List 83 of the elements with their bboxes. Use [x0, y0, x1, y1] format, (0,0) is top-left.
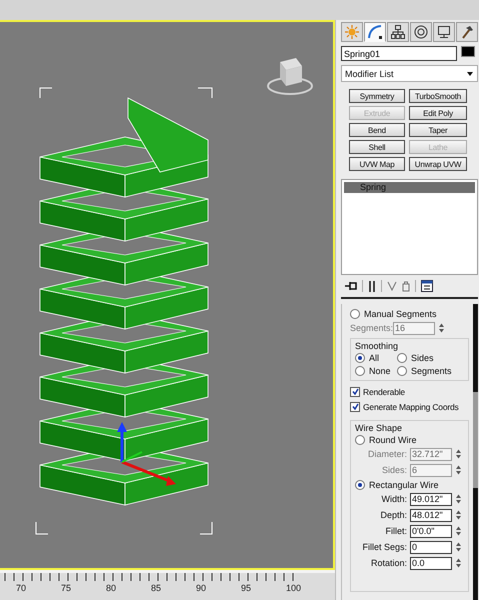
field-label: Fillet Segs:: [361, 542, 407, 552]
field-label: Rotation:: [370, 558, 407, 568]
motion-icon: [414, 25, 428, 39]
checkbox[interactable]: [350, 402, 360, 412]
group-title: Smoothing: [355, 341, 400, 351]
dropdown-arrow-icon: [467, 72, 473, 76]
radio-button[interactable]: [397, 366, 407, 376]
frame-number: 70: [16, 583, 28, 593]
frame-number: 100: [286, 583, 302, 593]
panel-tab[interactable]: [410, 22, 432, 42]
curve-icon: [368, 25, 382, 39]
spinner-icon[interactable]: [455, 526, 462, 536]
spinner-icon[interactable]: [455, 542, 462, 552]
frame-number: 95: [241, 583, 252, 593]
object-name-field[interactable]: Spring01: [341, 46, 457, 61]
radio-label: Rectangular Wire: [369, 480, 439, 490]
modifier-button[interactable]: TurboSmooth: [409, 89, 467, 103]
modifier-button[interactable]: Taper: [409, 123, 467, 137]
radio-label: All: [369, 352, 380, 362]
radio-label: Segments: [411, 366, 452, 376]
spinner-icon[interactable]: [455, 494, 462, 504]
panel-tab[interactable]: [433, 22, 455, 42]
modifier-button[interactable]: UVW Map: [349, 157, 405, 171]
number-field[interactable]: 49.012": [410, 492, 452, 506]
frame-number: 90: [196, 583, 208, 593]
number-field[interactable]: 48.012": [410, 508, 452, 522]
viewcube-icon[interactable]: [267, 58, 313, 95]
frame-number: 80: [106, 583, 118, 593]
modifier-list-dropdown[interactable]: Modifier List: [341, 65, 478, 82]
radio-button[interactable]: [397, 352, 407, 362]
checkbox[interactable]: [350, 386, 360, 396]
configure-icon[interactable]: [421, 280, 433, 292]
spinner-icon[interactable]: [455, 465, 462, 475]
number-field[interactable]: 0'0.0": [410, 524, 452, 538]
field-label: Fillet:: [384, 526, 407, 536]
number-field[interactable]: 0.0: [410, 556, 452, 570]
field-label: Diameter:: [366, 449, 407, 459]
radio-label: None: [369, 366, 391, 376]
modifier-button[interactable]: Symmetry: [349, 89, 405, 103]
checkbox-label: Generate Mapping Coords: [363, 402, 459, 412]
transform-gizmo-drawing: [117, 422, 176, 486]
color-swatch[interactable]: [461, 46, 475, 57]
field-label: Width:: [380, 494, 407, 504]
number-field[interactable]: 0: [410, 540, 452, 554]
spinner-icon[interactable]: [455, 510, 462, 520]
scrollbar[interactable]: [473, 304, 478, 600]
checkmark-icon: [352, 388, 358, 395]
radio-button[interactable]: [355, 366, 365, 376]
group-title: Wire Shape: [355, 423, 404, 433]
checkbox-label: Renderable: [363, 386, 405, 396]
panel-tab[interactable]: [387, 22, 409, 42]
fork-icon[interactable]: [387, 281, 397, 291]
checkmark-icon: [352, 403, 358, 410]
spinner-icon[interactable]: [455, 558, 462, 568]
radio-button[interactable]: [355, 480, 365, 490]
radio-button[interactable]: [355, 434, 365, 444]
frame-number: 85: [151, 583, 162, 593]
radio-button[interactable]: [350, 308, 360, 318]
scrollbar-thumb[interactable]: [473, 392, 478, 488]
spinner-icon[interactable]: [438, 323, 445, 333]
modifier-button[interactable]: Edit Poly: [409, 106, 467, 120]
radio-button[interactable]: [355, 352, 365, 362]
stack-item[interactable]: Spring: [344, 182, 475, 193]
trash-icon[interactable]: [402, 280, 410, 292]
radio-label: Sides: [411, 352, 434, 362]
field-label: Depth:: [379, 510, 407, 520]
modifier-button[interactable]: Shell: [349, 140, 405, 154]
modifier-button[interactable]: Unwrap UVW: [409, 157, 467, 171]
panel-tab[interactable]: [364, 22, 386, 42]
panel-tab[interactable]: [456, 22, 478, 42]
bars-icon[interactable]: [368, 280, 376, 292]
sun-icon: [345, 25, 359, 39]
field-label: Sides:: [380, 465, 407, 475]
modifier-button[interactable]: Bend: [349, 123, 405, 137]
hammer-icon: [460, 25, 474, 39]
pin-icon[interactable]: [345, 281, 357, 291]
frame-number: 75: [61, 583, 72, 593]
radio-label: Round Wire: [369, 434, 417, 444]
field-label: Segments:: [350, 323, 390, 333]
spinner-icon[interactable]: [455, 449, 462, 459]
monitor-icon: [437, 25, 451, 39]
hierarchy-icon: [391, 25, 405, 39]
radio-label: Manual Segments: [364, 308, 437, 318]
